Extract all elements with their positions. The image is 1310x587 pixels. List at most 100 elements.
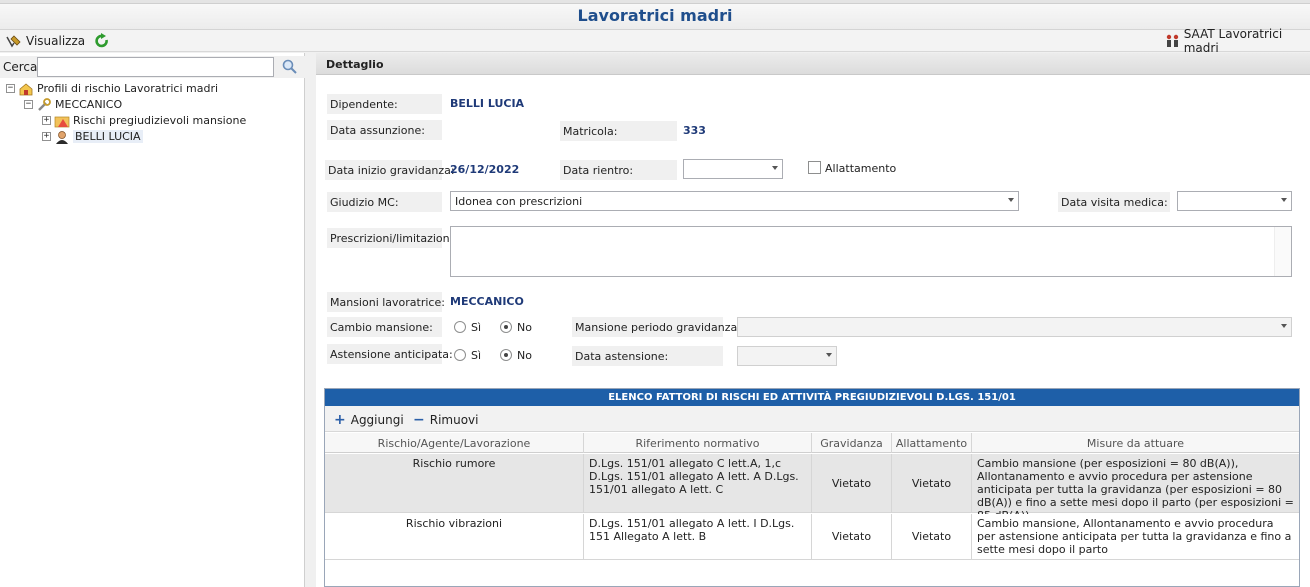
window-titlebar: Lavoratrici madri bbox=[0, 0, 1310, 30]
prescrizioni-label: Prescrizioni/limitazioni: bbox=[327, 228, 456, 248]
mansioni-label: Mansioni lavoratrice: bbox=[327, 292, 445, 312]
cell-allattamento: Vietato bbox=[892, 514, 972, 559]
mansione-periodo-select[interactable] bbox=[737, 317, 1292, 337]
table-row[interactable]: Rischio vibrazioni D.Lgs. 151/01 allegat… bbox=[325, 514, 1299, 560]
saat-label: SAAT Lavoratrici madri bbox=[1183, 27, 1283, 55]
cambio-no-radio[interactable] bbox=[500, 321, 512, 333]
astensione-si-radio[interactable] bbox=[454, 349, 466, 361]
matricola-value: 333 bbox=[683, 124, 706, 137]
search-bar: Cerca bbox=[0, 56, 305, 78]
toolbar: Visualizza SAAT Lavoratrici madri bbox=[0, 27, 1310, 55]
chevron-down-icon bbox=[1281, 324, 1287, 328]
cambio-si-label: Sì bbox=[471, 321, 482, 334]
table-row[interactable]: Rischio rumore D.Lgs. 151/01 allegato C … bbox=[325, 454, 1299, 522]
matricola-label: Matricola: bbox=[560, 121, 677, 141]
cell-allattamento: Vietato bbox=[892, 454, 972, 512]
col-gravidanza[interactable]: Gravidanza bbox=[812, 433, 892, 453]
visita-label: Data visita medica: bbox=[1058, 192, 1170, 212]
detail-header: Dettaglio bbox=[316, 53, 1310, 75]
tree-node-label: Rischi pregiudizievoli mansione bbox=[73, 114, 247, 127]
window-title: Lavoratrici madri bbox=[577, 6, 733, 25]
gravidanza-label: Data inizio gravidanza: bbox=[325, 160, 455, 180]
remove-label: Rimuovi bbox=[429, 413, 479, 427]
cell-gravidanza: Vietato bbox=[812, 454, 892, 512]
top-border bbox=[0, 0, 1310, 4]
risk-grid: ELENCO FATTORI DI RISCHI ED ATTIVITÀ PRE… bbox=[324, 388, 1300, 587]
data-astensione-label: Data astensione: bbox=[572, 346, 723, 366]
tree-node-label: BELLI LUCIA bbox=[73, 130, 143, 143]
gravidanza-value: 26/12/2022 bbox=[450, 163, 520, 176]
plus-icon: + bbox=[334, 412, 346, 428]
remove-button[interactable]: − Rimuovi bbox=[413, 412, 478, 428]
grid-title: ELENCO FATTORI DI RISCHI ED ATTIVITÀ PRE… bbox=[325, 389, 1299, 406]
visita-date-picker[interactable] bbox=[1177, 191, 1292, 211]
grid-toolbar: + Aggiungi − Rimuovi bbox=[325, 406, 1299, 432]
tree-node-group[interactable]: − MECCANICO bbox=[24, 97, 122, 112]
dipendente-value: BELLI LUCIA bbox=[450, 97, 525, 110]
chevron-down-icon bbox=[1008, 198, 1014, 202]
col-riferimento[interactable]: Riferimento normativo bbox=[584, 433, 812, 453]
cell-gravidanza: Vietato bbox=[812, 514, 892, 559]
col-rischio[interactable]: Rischio/Agente/Lavorazione bbox=[325, 433, 584, 453]
wrench-icon bbox=[38, 97, 51, 111]
giudizio-label: Giudizio MC: bbox=[327, 192, 442, 212]
view-label: Visualizza bbox=[26, 34, 86, 48]
assunzione-label: Data assunzione: bbox=[327, 120, 442, 140]
expand-icon[interactable]: + bbox=[42, 116, 51, 125]
astensione-no-label: No bbox=[517, 349, 532, 362]
allattamento-checkbox[interactable] bbox=[808, 161, 821, 174]
view-button[interactable]: Visualizza bbox=[6, 32, 85, 50]
add-button[interactable]: + Aggiungi bbox=[334, 412, 404, 428]
minus-icon: − bbox=[413, 412, 425, 428]
astensione-si-label: Sì bbox=[471, 349, 482, 362]
tree-node-label: Profili di rischio Lavoratrici madri bbox=[37, 82, 219, 95]
collapse-icon[interactable]: − bbox=[6, 84, 15, 93]
chevron-down-icon bbox=[826, 353, 832, 357]
prescrizioni-textarea[interactable] bbox=[450, 226, 1292, 277]
cambio-label: Cambio mansione: bbox=[327, 317, 442, 337]
mansione-periodo-label: Mansione periodo gravidanza: bbox=[572, 317, 741, 337]
astensione-no-radio[interactable] bbox=[500, 349, 512, 361]
col-misure[interactable]: Misure da attuare bbox=[972, 433, 1299, 453]
cell-rischio: Rischio rumore bbox=[325, 454, 584, 512]
grid-column-headers: Rischio/Agente/Lavorazione Riferimento n… bbox=[325, 433, 1299, 453]
data-astensione-picker[interactable] bbox=[737, 346, 837, 366]
giudizio-value: Idonea con prescrizioni bbox=[455, 195, 583, 208]
rientro-label: Data rientro: bbox=[560, 160, 677, 180]
view-icon bbox=[6, 35, 21, 48]
saat-icon bbox=[1166, 34, 1179, 47]
add-label: Aggiungi bbox=[350, 413, 404, 427]
tree-node-employee[interactable]: + BELLI LUCIA bbox=[42, 129, 143, 144]
cell-rischio: Rischio vibrazioni bbox=[325, 514, 584, 559]
chevron-down-icon bbox=[772, 166, 778, 170]
rientro-date-picker[interactable] bbox=[683, 159, 783, 179]
giudizio-select[interactable]: Idonea con prescrizioni bbox=[450, 191, 1019, 211]
cambio-si-radio[interactable] bbox=[454, 321, 466, 333]
tree-node-root[interactable]: − Profili di rischio Lavoratrici madri bbox=[6, 81, 218, 96]
allattamento-label: Allattamento bbox=[825, 162, 897, 175]
mansioni-value: MECCANICO bbox=[450, 295, 524, 308]
collapse-icon[interactable]: − bbox=[24, 100, 33, 109]
search-label: Cerca bbox=[3, 60, 38, 74]
detail-panel: Dettaglio Dipendente: BELLI LUCIA Data a… bbox=[316, 53, 1310, 587]
tree-node-risks[interactable]: + Rischi pregiudizievoli mansione bbox=[42, 113, 246, 128]
user-icon bbox=[56, 130, 68, 144]
cell-riferimento: D.Lgs. 151/01 allegato A lett. I D.Lgs. … bbox=[584, 514, 812, 559]
cambio-no-label: No bbox=[517, 321, 532, 334]
saat-button[interactable]: SAAT Lavoratrici madri bbox=[1165, 27, 1310, 55]
chevron-down-icon bbox=[1281, 198, 1287, 202]
tree-panel: Cerca − Profili di rischio Lavoratrici m… bbox=[0, 53, 305, 587]
refresh-icon bbox=[95, 33, 108, 48]
dipendente-label: Dipendente: bbox=[327, 94, 442, 114]
warning-folder-icon bbox=[54, 116, 70, 127]
astensione-label: Astensione anticipata: bbox=[327, 344, 453, 364]
expand-icon[interactable]: + bbox=[42, 132, 51, 141]
refresh-button[interactable] bbox=[94, 32, 110, 50]
search-icon[interactable] bbox=[280, 58, 300, 76]
tree-node-label: MECCANICO bbox=[55, 98, 123, 111]
textarea-scrollbar[interactable] bbox=[1274, 227, 1291, 276]
search-input[interactable] bbox=[37, 57, 274, 77]
col-allattamento[interactable]: Allattamento bbox=[892, 433, 972, 453]
cell-riferimento: D.Lgs. 151/01 allegato C lett.A, 1,c D.L… bbox=[584, 454, 812, 512]
cell-misure: Cambio mansione, Allontanamento e avvio … bbox=[977, 517, 1292, 556]
